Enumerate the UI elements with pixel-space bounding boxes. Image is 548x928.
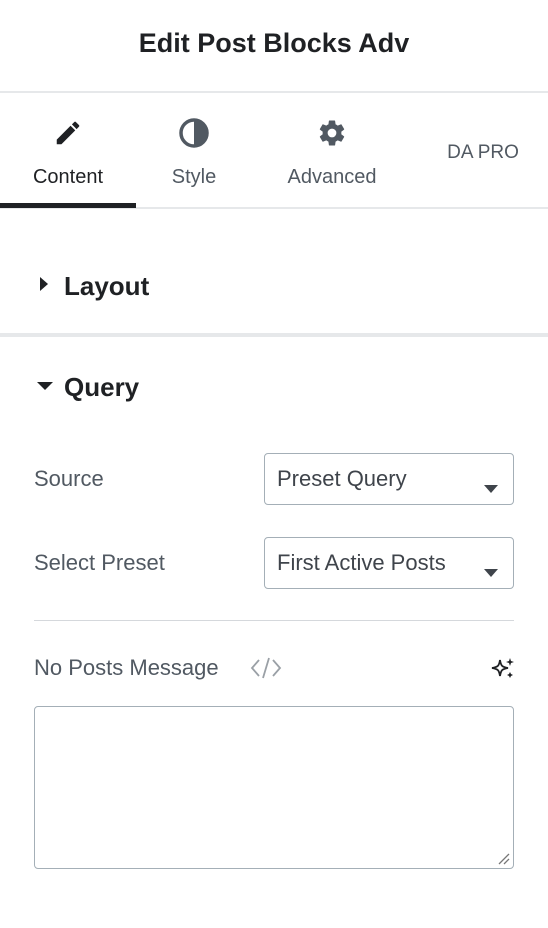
tab-advanced[interactable]: Advanced: [262, 93, 402, 207]
panel-header: Edit Post Blocks Adv: [0, 0, 548, 93]
no-posts-message-textarea[interactable]: [34, 706, 514, 869]
tab-da-pro[interactable]: DA PRO: [424, 93, 542, 207]
tab-label-da-pro: DA PRO: [447, 142, 519, 163]
dynamic-tags-icon[interactable]: [250, 656, 282, 685]
source-label: Source: [34, 466, 104, 491]
tab-label-style: Style: [171, 166, 217, 188]
tab-content[interactable]: Content: [0, 93, 136, 207]
section-layout-toggle[interactable]: Layout: [0, 209, 548, 337]
section-layout-title: Layout: [64, 271, 150, 301]
panel-title: Edit Post Blocks Adv: [138, 28, 410, 58]
pencil-icon: [52, 117, 84, 149]
section-layout-header: Layout: [38, 271, 149, 302]
ai-sparkle-icon[interactable]: [490, 656, 516, 687]
half-circle-icon: [178, 117, 210, 149]
chevron-down-icon: [483, 474, 499, 500]
chevron-down-icon: [483, 558, 499, 584]
source-select[interactable]: Preset Query: [264, 453, 514, 505]
section-query-title: Query: [64, 372, 140, 402]
preset-select-value: First Active Posts: [277, 550, 446, 575]
select-preset-label: Select Preset: [34, 550, 165, 575]
tab-bar: Content Style Advanced DA PRO: [0, 93, 548, 209]
tab-label-content: Content: [32, 166, 104, 188]
no-posts-message-label: No Posts Message: [34, 655, 219, 680]
resize-handle-icon[interactable]: [496, 851, 510, 870]
tab-style[interactable]: Style: [136, 93, 252, 207]
source-select-value: Preset Query: [277, 466, 407, 491]
query-divider: [34, 620, 514, 621]
caret-right-icon: [38, 276, 50, 297]
active-tab-indicator: [0, 203, 136, 208]
caret-down-icon: [36, 379, 54, 397]
gear-icon: [316, 117, 348, 149]
section-query-toggle[interactable]: Query: [36, 372, 139, 403]
tab-label-advanced: Advanced: [287, 166, 377, 188]
preset-select[interactable]: First Active Posts: [264, 537, 514, 589]
